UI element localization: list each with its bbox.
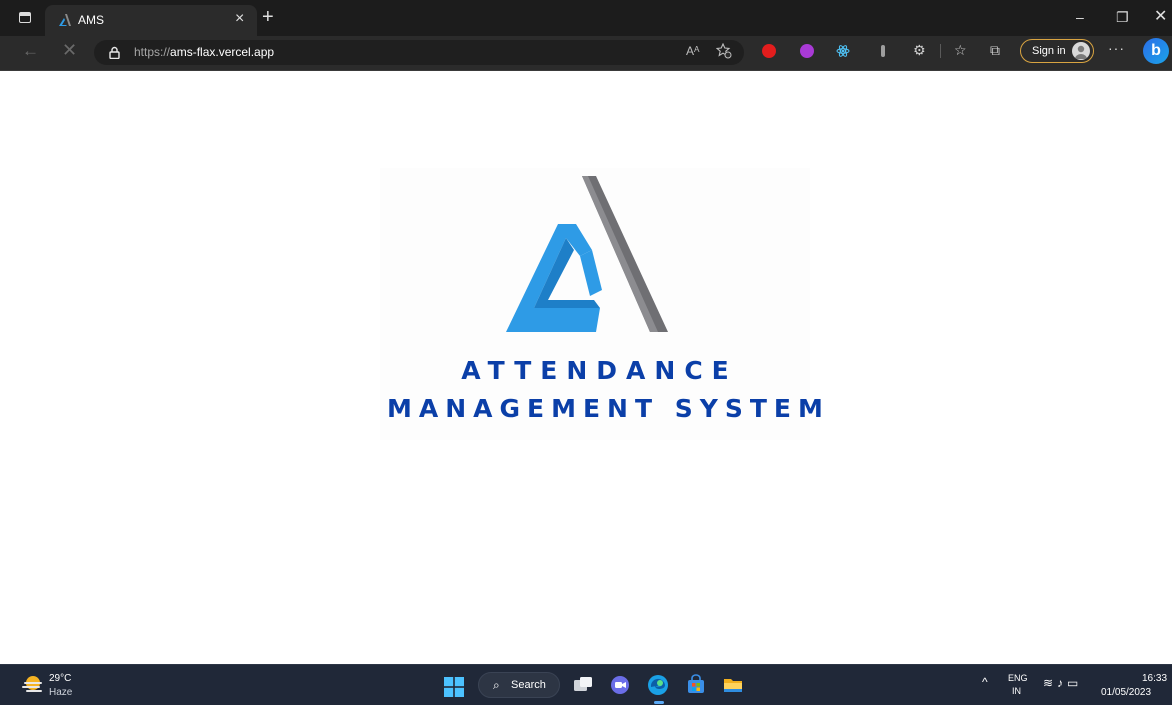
add-favorite-icon[interactable] [716, 43, 732, 59]
address-bar[interactable]: https://ams-flax.vercel.app Aᴬ [94, 40, 744, 65]
clock-date[interactable]: 01/05/2023 [1101, 687, 1151, 698]
language-indicator-line-1[interactable]: ENG [1008, 673, 1028, 683]
extension-purple-icon[interactable] [800, 44, 814, 58]
language-indicator-line-2[interactable]: IN [1012, 686, 1021, 696]
taskbar: 29°C Haze ⌕ Search ^ ENG IN ≋♪▭ 16:33 01… [0, 664, 1172, 705]
clock-time[interactable]: 16:33 [1142, 673, 1167, 684]
weather-description[interactable]: Haze [49, 687, 72, 698]
extension-red-icon[interactable] [762, 44, 776, 58]
show-hidden-icons-chevron-icon[interactable]: ^ [982, 675, 988, 689]
sign-in-label: Sign in [1032, 45, 1066, 57]
chat-icon[interactable] [609, 674, 631, 696]
stop-loading-button[interactable]: ✕ [62, 40, 77, 60]
sign-in-button[interactable]: Sign in [1020, 39, 1094, 63]
weather-temperature[interactable]: 29°C [49, 673, 71, 684]
url-protocol: https:// [134, 45, 171, 59]
logo-title-line-2: MANAGEMENT SYSTEM [387, 394, 830, 423]
new-tab-button[interactable]: + [262, 7, 274, 27]
tab-actions-icon[interactable] [19, 12, 31, 23]
favorites-icon[interactable]: ☆ [954, 42, 967, 58]
tray-wifi-volume-battery-icons[interactable]: ≋♪▭ [1043, 676, 1082, 690]
extension-gray-icon[interactable] [876, 44, 890, 58]
logo-title-line-1: ATTENDANCE [461, 356, 738, 385]
store-icon[interactable] [685, 674, 707, 696]
back-button[interactable]: ← [22, 41, 39, 61]
settings-more-button[interactable]: ··· [1108, 40, 1125, 56]
browser-tab[interactable]: AMS × [45, 5, 257, 36]
tab-title: AMS [78, 13, 105, 27]
taskbar-search[interactable]: ⌕ Search [478, 672, 560, 698]
ams-favicon-icon [59, 14, 71, 26]
search-label: Search [511, 679, 546, 691]
lock-icon[interactable] [109, 46, 120, 59]
copilot-icon[interactable]: b [1143, 38, 1169, 64]
toolbar-separator [940, 44, 941, 58]
window-minimize-button[interactable]: – [1076, 8, 1084, 26]
edge-icon[interactable] [647, 674, 669, 696]
url-host: ams-flax.vercel.app [170, 45, 275, 59]
task-view-icon[interactable] [572, 674, 594, 696]
file-explorer-icon[interactable] [722, 674, 744, 696]
react-devtools-icon[interactable] [836, 44, 850, 58]
read-aloud-icon[interactable]: Aᴬ [686, 44, 699, 58]
window-restore-button[interactable]: ❐ [1116, 8, 1129, 26]
search-icon: ⌕ [493, 678, 500, 692]
weather-sun-haze-icon[interactable] [22, 674, 44, 694]
collections-icon[interactable]: ⧉ [990, 42, 1000, 58]
window-close-button[interactable]: ✕ [1154, 8, 1167, 26]
extensions-icon[interactable]: ⚙ [913, 42, 926, 58]
ams-logo: ATTENDANCE MANAGEMENT SYSTEM [380, 168, 830, 440]
logo-mark-icon [506, 176, 668, 332]
tab-close-button[interactable]: × [235, 11, 244, 27]
avatar-icon [1072, 42, 1090, 60]
windows-start-icon[interactable] [444, 677, 464, 697]
browser-titlebar: AMS × + – ❐ ✕ [0, 0, 1172, 36]
url-text[interactable]: https://ams-flax.vercel.app [134, 45, 274, 59]
